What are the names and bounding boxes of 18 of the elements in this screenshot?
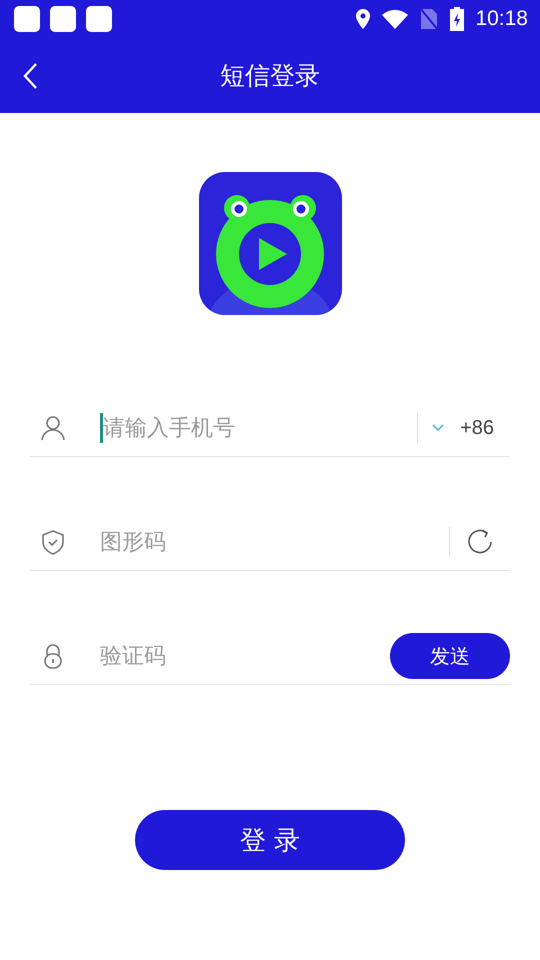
- status-time: 10:18: [475, 7, 528, 31]
- shield-icon: [40, 529, 66, 555]
- input-field[interactable]: 验证码: [100, 644, 390, 668]
- notification-icon: [86, 6, 112, 32]
- page-title: 短信登录: [220, 60, 320, 92]
- input-field[interactable]: 图形码: [100, 530, 449, 554]
- no-sim-icon: [419, 7, 440, 31]
- refresh-icon[interactable]: [466, 528, 494, 556]
- notification-icon: [50, 6, 76, 32]
- wifi-icon: [381, 8, 410, 30]
- send-button[interactable]: 发送: [390, 633, 510, 679]
- notification-icon: [14, 6, 40, 32]
- login-button[interactable]: 登 录: [135, 810, 405, 870]
- country-code[interactable]: +86: [460, 416, 494, 440]
- battery-icon: [449, 6, 466, 32]
- location-icon: [355, 8, 372, 30]
- person-icon: [40, 415, 66, 441]
- input-field[interactable]: 请输入手机号: [103, 416, 418, 440]
